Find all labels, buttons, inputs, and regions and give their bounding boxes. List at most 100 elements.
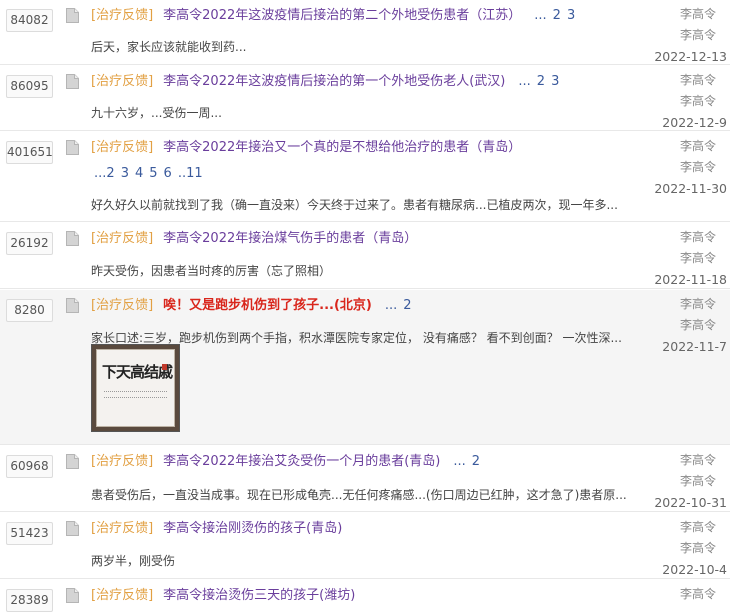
thread-row: 84082 [治疗反馈] 李高令2022年这波疫情后接治的第二个外地受伤患者（江苏… [0,0,730,65]
document-icon [66,74,79,89]
thread-meta: 李高令 李高令 2022-11-30 [637,136,727,199]
document-icon [66,588,79,603]
author-link[interactable]: 李高令 [637,227,727,248]
seal-stamp [162,364,167,370]
page-links: ... 2 [382,298,415,313]
category-link[interactable]: [治疗反馈] [91,298,153,313]
thread-meta: 李高令 李高令 2022-10-31 [637,450,727,513]
thread-subject: [治疗反馈] 李高令2022年接治又一个真的是不想给他治疗的患者（青岛） [91,139,630,157]
page-links: ... 2 [450,454,483,469]
page-ellipsis: ... [384,298,398,313]
category-link[interactable]: [治疗反馈] [91,140,153,155]
last-reply-author[interactable]: 李高令 [637,315,727,336]
thread-meta: 李高令 李高令 2022-10-4 [637,517,727,580]
thread-title-link[interactable]: 李高令接治烫伤三天的孩子(潍坊) [163,588,355,603]
last-reply-author[interactable]: 李高令 [637,538,727,559]
page-links: ...2 3 4 5 6 ..11 [94,166,209,181]
thread-row: 60968 [治疗反馈] 李高令2022年接治艾灸受伤一个月的患者(青岛)... 2… [0,446,730,512]
view-count: 51423 [6,522,53,545]
page-ellipsis: ... [534,8,547,23]
thread-subject: [治疗反馈] 李高令接治刚烫伤的孩子(青岛) [91,520,630,538]
document-icon [66,8,79,23]
last-post-date: 2022-12-9 [662,115,727,130]
view-count: 86095 [6,75,53,98]
view-count: 84082 [6,9,53,32]
page-link[interactable]: 2 [106,166,114,181]
thread-summary[interactable]: 两岁半，刚受伤 [91,552,175,569]
thread-summary[interactable]: 好久好久以前就找到了我（确一直没来）今天终于过来了。患者有糖尿病...已植皮两次… [91,196,618,213]
author-link[interactable]: 李高令 [637,450,727,471]
last-post-date: 2022-12-13 [654,49,727,64]
page-link[interactable]: 2 [403,298,411,313]
thread-title-link[interactable]: 李高令接治刚烫伤的孩子(青岛) [163,521,342,536]
category-link[interactable]: [治疗反馈] [91,588,153,603]
thread-title-link[interactable]: 李高令2022年接治煤气伤手的患者（青岛） [163,231,417,246]
thread-meta: 李高令 李高令 2022-12-13 [637,4,727,67]
thread-title-link[interactable]: 李高令2022年这波疫情后接治的第一个外地受伤老人(武汉) [163,74,505,89]
author-link[interactable]: 李高令 [637,4,727,25]
page-link[interactable]: 6 [164,166,172,181]
page-link[interactable]: 5 [149,166,157,181]
page-links: ... 2 3 [515,74,562,89]
thread-summary[interactable]: 九十六岁，...受伤一周... [91,104,222,121]
view-count: 60968 [6,455,53,478]
calligraphy-paper: 下天高结戚 [96,349,175,427]
thread-thumbnail-image[interactable]: 下天高结戚 [91,344,180,432]
category-link[interactable]: [治疗反馈] [91,454,153,469]
thread-subject: [治疗反馈] 李高令接治烫伤三天的孩子(潍坊) [91,587,630,605]
author-link[interactable]: 李高令 [637,70,727,91]
thread-title-link[interactable]: 唉！又是跑步机伤到了孩子...(北京) [163,298,372,313]
view-count: 8280 [6,299,53,322]
thread-row: 86095 [治疗反馈] 李高令2022年这波疫情后接治的第一个外地受伤老人(武汉… [0,66,730,131]
page-link[interactable]: 3 [551,74,559,89]
thread-subject: [治疗反馈] 李高令2022年接治艾灸受伤一个月的患者(青岛)... 2 [91,453,630,471]
author-link[interactable]: 李高令 [637,136,727,157]
category-link[interactable]: [治疗反馈] [91,521,153,536]
author-link[interactable]: 李高令 [637,517,727,538]
thread-subject: [治疗反馈] 李高令2022年这波疫情后接治的第二个外地受伤患者（江苏）... 2 3 [91,7,630,25]
last-reply-author[interactable]: 李高令 [637,91,727,112]
thread-subject: [治疗反馈] 李高令2022年这波疫情后接治的第一个外地受伤老人(武汉)... 2 3 [91,73,630,91]
document-icon [66,298,79,313]
thread-meta: 李高令 李高令 2022-11-18 [637,227,727,290]
page-link[interactable]: 2 [553,8,561,23]
page-ellipsis: ... [94,166,107,181]
page-link[interactable]: 4 [135,166,143,181]
thread-title-link[interactable]: 李高令2022年接治艾灸受伤一个月的患者(青岛) [163,454,440,469]
page-link[interactable]: 3 [121,166,129,181]
document-icon [66,140,79,155]
thread-subject: [治疗反馈] 李高令2022年接治煤气伤手的患者（青岛） [91,230,630,248]
page-ellipsis: ... [518,74,531,89]
category-link[interactable]: [治疗反馈] [91,8,153,23]
page-ellipsis: ... [453,454,466,469]
thread-row: 26192 [治疗反馈] 李高令2022年接治煤气伤手的患者（青岛） 昨天受伤，因… [0,223,730,289]
last-reply-author[interactable]: 李高令 [637,248,727,269]
document-icon [66,231,79,246]
page-link[interactable]: ..11 [178,166,203,181]
page-link[interactable]: 2 [472,454,480,469]
category-link[interactable]: [治疗反馈] [91,74,153,89]
page-link[interactable]: 2 [537,74,545,89]
author-link[interactable]: 李高令 [637,584,727,605]
author-link[interactable]: 李高令 [637,294,727,315]
thread-row: 8280 [治疗反馈] 唉！又是跑步机伤到了孩子...(北京)... 2 家长口述:… [0,290,730,445]
last-post-date: 2022-11-7 [662,339,727,354]
last-post-date: 2022-11-18 [654,272,727,287]
calligraphy-inscription-line [104,397,167,399]
thread-row: 28389 [治疗反馈] 李高令接治烫伤三天的孩子(潍坊) 李高令 [0,580,730,612]
document-icon [66,454,79,469]
last-reply-author[interactable]: 李高令 [637,157,727,178]
page-link[interactable]: 3 [567,8,575,23]
thread-summary[interactable]: 患者受伤后，一直没当成事。现在已形成龟壳...无任何疼痛感...(伤口周边已红肿… [91,486,627,503]
thread-summary[interactable]: 后天，家长应该就能收到药... [91,38,246,55]
view-count: 26192 [6,232,53,255]
thread-title-link[interactable]: 李高令2022年接治又一个真的是不想给他治疗的患者（青岛） [163,140,521,155]
last-reply-author[interactable]: 李高令 [637,471,727,492]
page-links: ... 2 3 [531,8,578,23]
thread-subject: [治疗反馈] 唉！又是跑步机伤到了孩子...(北京)... 2 [91,297,630,315]
document-icon [66,521,79,536]
last-reply-author[interactable]: 李高令 [637,25,727,46]
thread-summary[interactable]: 昨天受伤，因患者当时疼的厉害（忘了照相） [91,262,331,279]
category-link[interactable]: [治疗反馈] [91,231,153,246]
thread-title-link[interactable]: 李高令2022年这波疫情后接治的第二个外地受伤患者（江苏） [163,8,521,23]
